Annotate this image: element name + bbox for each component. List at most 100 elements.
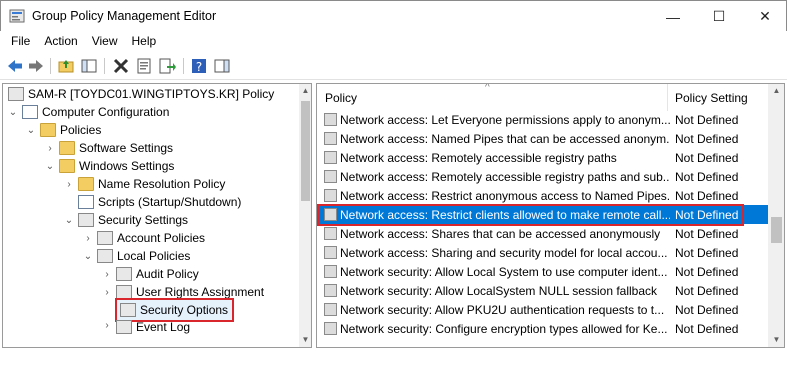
tree-item-local-policies[interactable]: ⌄ Local Policies (82, 247, 190, 265)
tree-item-computer-configuration[interactable]: ⌄ Computer Configuration (7, 103, 169, 121)
tree-item-security-settings[interactable]: ⌄ Security Settings (63, 211, 188, 229)
tree-item-root-policy[interactable]: SAM-R [TOYDC01.WINGTIPTOYS.KR] Policy (5, 85, 274, 103)
list-row[interactable]: Network security: Allow PKU2U authentica… (317, 300, 769, 319)
column-header-policy-setting[interactable]: Policy Setting (675, 84, 767, 111)
group-policy-editor-icon (9, 9, 25, 23)
scroll-down-arrow-icon[interactable]: ▼ (299, 333, 311, 347)
list-row[interactable]: Network access: Restrict anonymous acces… (317, 186, 769, 205)
chevron-right-icon[interactable]: › (101, 269, 113, 280)
tree-item-label: Scripts (Startup/Shutdown) (98, 195, 242, 209)
scrollbar-thumb[interactable] (771, 217, 782, 243)
policy-setting: Not Defined (675, 150, 739, 165)
svg-text:?: ? (196, 60, 202, 74)
tree-item-label: User Rights Assignment (136, 285, 265, 299)
tree-item-name-resolution-policy[interactable]: › Name Resolution Policy (63, 175, 225, 193)
chevron-down-icon[interactable]: ⌄ (44, 161, 56, 172)
policy-setting: Not Defined (675, 283, 739, 298)
maximize-button[interactable]: ☐ (696, 1, 742, 32)
tree-item-account-policies[interactable]: › Account Policies (82, 229, 205, 247)
highlight-outline (317, 204, 744, 226)
tree-item-label: Security Options (140, 303, 229, 317)
policy-setting: Not Defined (675, 226, 739, 241)
list-row[interactable]: Network access: Named Pipes that can be … (317, 129, 769, 148)
title-bar: Group Policy Management Editor — ☐ ✕ (0, 0, 787, 31)
minimize-button[interactable]: — (650, 1, 696, 32)
export-list-icon[interactable] (158, 57, 176, 75)
tree-item-scripts[interactable]: Scripts (Startup/Shutdown) (63, 193, 241, 211)
chevron-down-icon[interactable]: ⌄ (82, 251, 94, 262)
tree-item-label: Name Resolution Policy (98, 177, 226, 191)
policy-name: Network access: Remotely accessible regi… (340, 150, 617, 165)
help-icon[interactable]: ? (190, 57, 208, 75)
forward-icon[interactable] (27, 57, 45, 75)
tree-item-event-log[interactable]: › Event Log (101, 320, 190, 334)
column-header-policy[interactable]: Policy (325, 84, 665, 111)
tree-item-windows-settings[interactable]: ⌄ Windows Settings (44, 157, 174, 175)
show-action-pane-icon[interactable] (213, 57, 231, 75)
list-row[interactable]: Network security: Configure encryption t… (317, 319, 769, 338)
chevron-right-icon[interactable]: › (44, 143, 56, 154)
column-header-label: Policy Setting (675, 90, 748, 105)
tree-item-label: Software Settings (79, 141, 174, 155)
list-row[interactable]: Network access: Sharing and security mod… (317, 243, 769, 262)
chevron-right-icon[interactable]: › (101, 320, 113, 331)
menu-help[interactable]: Help (125, 31, 164, 52)
tree-item-policies[interactable]: ⌄ Policies (25, 121, 101, 139)
list-scrollbar[interactable]: ▲ ▼ (768, 84, 784, 347)
security-icon (120, 303, 136, 317)
menu-file[interactable]: File (4, 31, 37, 52)
scroll-up-arrow-icon[interactable]: ▲ (768, 84, 784, 98)
chevron-right-icon[interactable]: › (63, 179, 75, 190)
policy-item-icon (324, 322, 337, 335)
close-button[interactable]: ✕ (742, 1, 787, 32)
chevron-down-icon[interactable]: ⌄ (25, 125, 37, 136)
chevron-down-icon[interactable]: ⌄ (63, 215, 75, 226)
computer-icon (22, 105, 38, 119)
list-row[interactable]: Network access: Remotely accessible regi… (317, 167, 769, 186)
show-hide-tree-icon[interactable] (80, 57, 98, 75)
tree-item-audit-policy[interactable]: › Audit Policy (101, 265, 199, 283)
chevron-down-icon[interactable]: ⌄ (7, 107, 19, 118)
scroll-down-arrow-icon[interactable]: ▼ (768, 333, 784, 347)
tree-item-software-settings[interactable]: › Software Settings (44, 139, 173, 157)
menu-action[interactable]: Action (37, 31, 84, 52)
scrollbar-thumb[interactable] (301, 101, 310, 201)
policy-item-icon (324, 303, 337, 316)
sort-ascending-icon: ^ (485, 83, 490, 93)
list-row[interactable]: Network access: Shares that can be acces… (317, 224, 769, 243)
list-row[interactable]: Network access: Let Everyone permissions… (317, 110, 769, 129)
tree-pane: SAM-R [TOYDC01.WINGTIPTOYS.KR] Policy ⌄ … (2, 83, 312, 348)
policy-name: Network security: Allow PKU2U authentica… (340, 302, 665, 317)
menu-view[interactable]: View (85, 31, 125, 52)
policy-setting: Not Defined (675, 321, 739, 336)
security-icon (116, 320, 132, 334)
security-icon (116, 267, 132, 281)
properties-icon[interactable] (135, 57, 153, 75)
toolbar: ? (0, 52, 787, 80)
up-folder-icon[interactable] (57, 57, 75, 75)
list-row[interactable]: Network security: Allow Local System to … (317, 262, 769, 281)
menu-bar: File Action View Help (0, 31, 787, 52)
list-row[interactable]: Network access: Remotely accessible regi… (317, 148, 769, 167)
tree-scrollbar[interactable]: ▲ ▼ (299, 84, 311, 347)
tree-item-label: Event Log (136, 320, 191, 334)
tree-item-label: Account Policies (117, 231, 206, 245)
tree-item-security-options[interactable]: Security Options (115, 298, 235, 322)
security-icon (97, 249, 113, 263)
chevron-right-icon[interactable]: › (101, 287, 113, 298)
tree-item-label: Computer Configuration (42, 105, 170, 119)
column-divider[interactable] (667, 84, 668, 111)
scroll-up-arrow-icon[interactable]: ▲ (299, 84, 311, 98)
policy-setting: Not Defined (675, 112, 739, 127)
window-title: Group Policy Management Editor (32, 9, 217, 23)
policy-item-icon (324, 151, 337, 164)
policy-setting: Not Defined (675, 245, 739, 260)
policy-name: Network security: Allow Local System to … (340, 264, 668, 279)
chevron-right-icon[interactable]: › (82, 233, 94, 244)
delete-icon[interactable] (112, 57, 130, 75)
list-row[interactable]: Network security: Allow LocalSystem NULL… (317, 281, 769, 300)
policy-item-icon (324, 265, 337, 278)
policy-name: Network security: Configure encryption t… (340, 321, 668, 336)
back-icon[interactable] (6, 57, 24, 75)
folder-icon (40, 123, 56, 137)
